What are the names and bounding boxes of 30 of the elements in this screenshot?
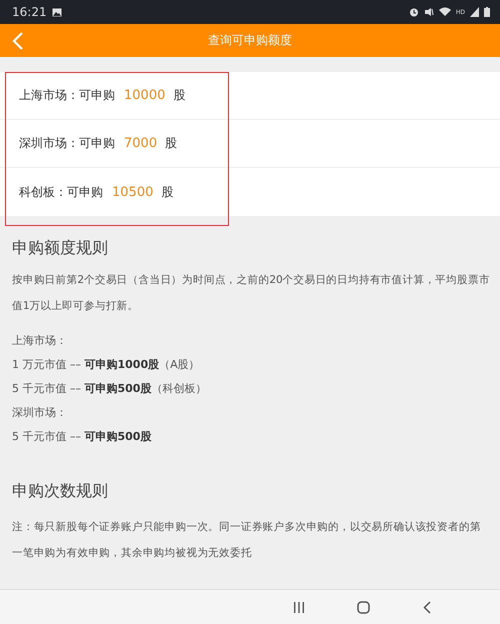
market-label: 上海市场：可申购: [19, 87, 115, 104]
rule-text: 5 千元市值 –– 可申购500股（科创板）: [12, 381, 206, 397]
rule-text: 按申购日前第2个交易日（含当日）为时间点，之前的20个交易日的日均持有市值计算，平均股票市值1万以上即可参与打新。: [12, 273, 490, 314]
page-title: 查询可申购额度: [207, 32, 293, 49]
quota-amount: 7000: [124, 136, 158, 151]
section-title: 申购额度规则: [12, 238, 109, 259]
back-icon: [12, 32, 24, 50]
status-time: 16:21: [12, 5, 47, 19]
unit-label: 股: [173, 87, 186, 104]
mute-icon: [424, 7, 434, 17]
image-icon: [52, 8, 62, 16]
rule-text: 注：每只新股每个证券账户只能申购一次。同一证券账户多次申购的，以交易所确认该投资者的第一笔申购为有效申购，其余申购均被视为无效委托: [12, 520, 482, 561]
quota-amount: 10000: [124, 88, 166, 103]
market-label: 深圳市场：可申购: [19, 135, 115, 152]
rule-text: 深圳市场：: [12, 405, 67, 421]
rule-text: 1 万元市值 –– 可申购1000股（A股）: [12, 357, 200, 373]
unit-label: 股: [165, 135, 178, 152]
section-title: 申购次数规则: [12, 481, 109, 502]
back-nav-icon: [423, 600, 431, 614]
home-icon: [357, 600, 370, 614]
battery-icon: [484, 7, 490, 17]
wifi-icon: [438, 7, 451, 17]
signal-icon: [470, 7, 479, 17]
market-label: 科创板：可申购: [19, 184, 103, 200]
alarm-icon: [408, 7, 419, 17]
quota-amount: 10500: [112, 184, 154, 200]
rule-text: 5 千元市值 –– 可申购500股: [12, 429, 152, 445]
recents-icon: [294, 602, 304, 612]
unit-label: 股: [161, 184, 174, 200]
rule-text: 上海市场：: [12, 333, 67, 349]
